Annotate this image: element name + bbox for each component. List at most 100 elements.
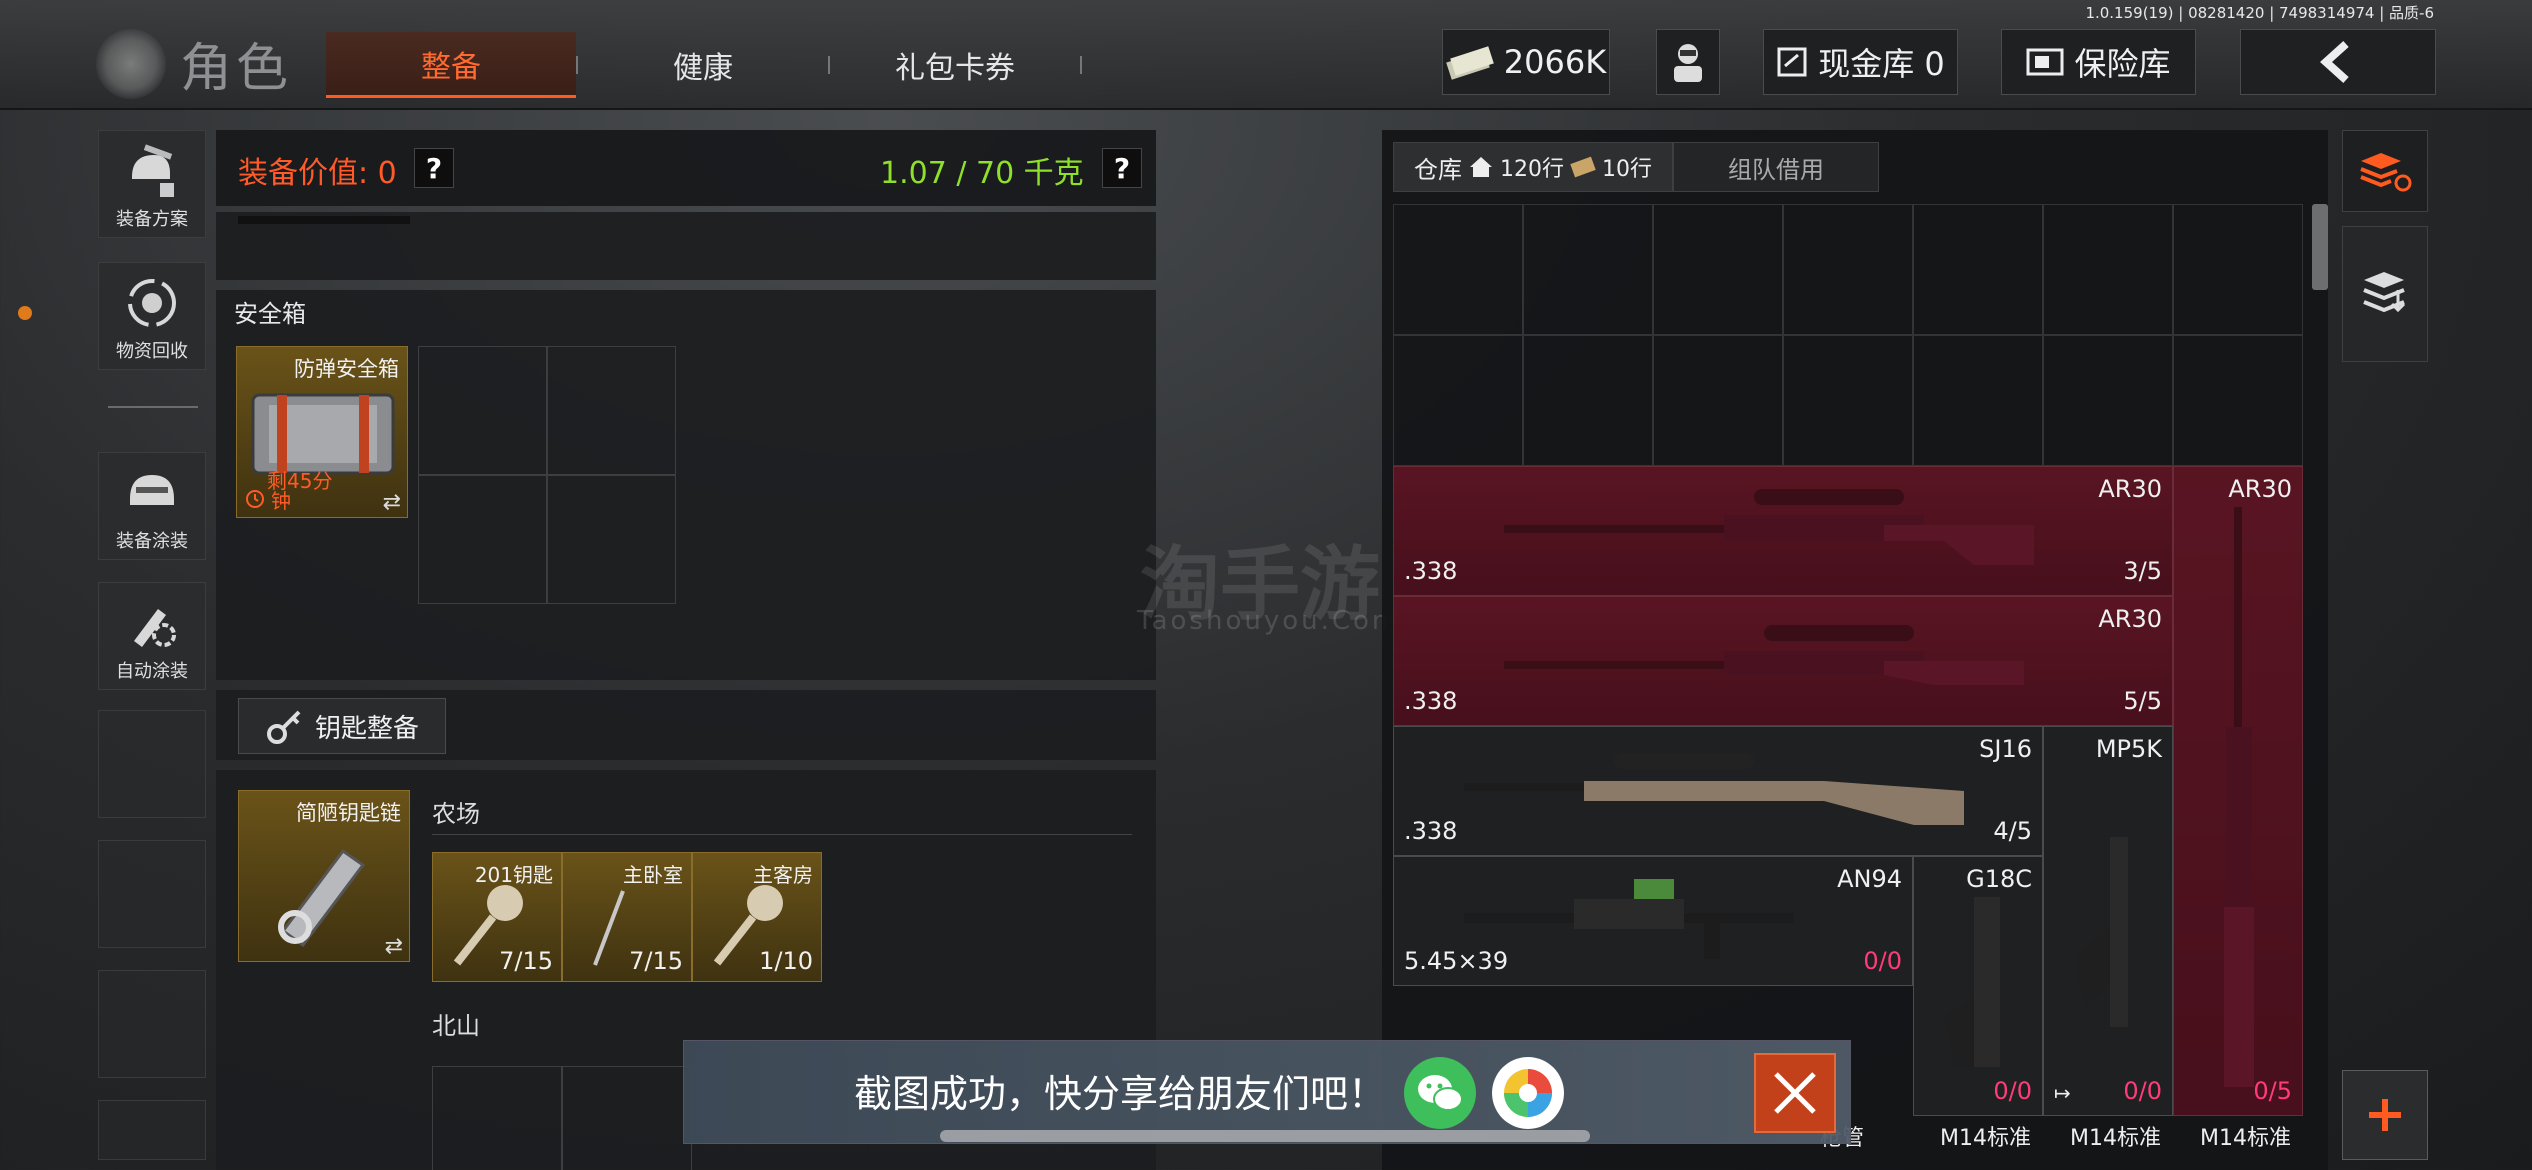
key-slot[interactable]: [432, 1066, 562, 1170]
item-label-m14: M14标准: [2070, 1126, 2161, 1151]
warehouse-slot[interactable]: [1783, 204, 1913, 335]
safe-box-slot[interactable]: [546, 474, 676, 604]
weapon-ammo: .338: [1404, 817, 1458, 845]
key-chain-name: 简陋钥匙链: [296, 801, 401, 825]
horizontal-scroll-indicator[interactable]: [940, 1130, 1590, 1142]
warehouse-slot[interactable]: [2043, 204, 2173, 335]
key-equip-label: 钥匙整备: [314, 713, 419, 744]
weapon-item-an94[interactable]: AN94 5.45×39 0/0: [1393, 856, 1913, 986]
toast-message: 截图成功，快分享给朋友们吧！: [854, 1072, 1387, 1116]
weapon-item-mp5k[interactable]: MP5K ↦ 0/0: [2043, 726, 2173, 1116]
vault-icon: [1777, 47, 1807, 77]
warehouse-slot[interactable]: [1653, 335, 1783, 466]
safe-box-item[interactable]: 防弹安全箱 剩45分 钟 ⇄: [236, 346, 408, 518]
sidebar-item-label: 自动涂装: [116, 661, 188, 682]
weapon-item-ar30[interactable]: AR30 .338 3/5: [1393, 466, 2173, 596]
safe-box-slot[interactable]: [546, 346, 676, 476]
close-icon: [1774, 1072, 1816, 1114]
sidebar-empty-slot: [98, 1100, 206, 1160]
tab-health[interactable]: 健康: [578, 32, 828, 98]
equipment-value: 装备价值: 0: [238, 156, 397, 191]
warehouse-slot[interactable]: [1913, 204, 2043, 335]
weight-help-button[interactable]: ?: [1102, 148, 1142, 188]
weapon-item-g18c[interactable]: G18C 0/0: [1913, 856, 2043, 1116]
cash-vault-label: 现金库 0: [1818, 45, 1945, 83]
chevron-left-icon: [2320, 41, 2349, 83]
key-chain-item[interactable]: 简陋钥匙链 ⇄: [238, 790, 410, 962]
weapon-item-ar30[interactable]: AR30 .338 5/5: [1393, 596, 2173, 726]
value-help-button[interactable]: ?: [414, 148, 454, 188]
key-item-count: 1/10: [759, 947, 813, 975]
money-display[interactable]: 2066K: [1442, 29, 1610, 95]
tab-divider: [1080, 56, 1082, 74]
warehouse-slot[interactable]: [2043, 335, 2173, 466]
swap-icon[interactable]: ⇄: [383, 490, 401, 515]
warehouse-slot[interactable]: [2173, 204, 2303, 335]
weapon-name: G18C: [1966, 865, 2032, 893]
safe-box-slot[interactable]: [418, 346, 548, 476]
back-button[interactable]: [2240, 29, 2436, 95]
tab-warehouse[interactable]: 仓库 120行 10行: [1393, 142, 1673, 192]
auto-paint-icon: [134, 609, 176, 647]
moments-share-button[interactable]: [1492, 1057, 1564, 1129]
weapon-durability: 3/5: [2123, 557, 2162, 585]
warehouse-slot[interactable]: [1913, 335, 2043, 466]
key-equip-button[interactable]: 钥匙整备: [238, 698, 446, 754]
swap-icon[interactable]: ⇄: [385, 934, 403, 959]
stash-button[interactable]: [2342, 226, 2428, 362]
warehouse-slot[interactable]: [1653, 204, 1783, 335]
sidebar-item-auto-skin[interactable]: 自动涂装: [98, 582, 206, 690]
key-item[interactable]: 主卧室 7/15: [562, 852, 692, 982]
globe-logo-icon: [96, 28, 166, 99]
smg-icon: [2074, 837, 2128, 1027]
notification-dot: [18, 306, 32, 320]
warehouse-tab-label: 仓库: [1414, 155, 1462, 184]
key-slot[interactable]: [562, 1066, 692, 1170]
warehouse-slot[interactable]: [2173, 335, 2303, 466]
safe-box-section: 安全箱 防弹安全箱 剩45分 钟 ⇄: [216, 290, 1156, 680]
money-amount: 2066K: [1503, 43, 1607, 81]
sniper-rifle-icon: [2224, 507, 2254, 1087]
sidebar-item-equip-skin[interactable]: 装备涂装: [98, 452, 206, 560]
sidebar-item-label: 装备涂装: [116, 531, 188, 552]
toast-close-button[interactable]: [1754, 1053, 1836, 1133]
wechat-share-button[interactable]: [1404, 1057, 1476, 1129]
warehouse-slot[interactable]: [1783, 335, 1913, 466]
insurance-vault-button[interactable]: 保险库: [2001, 29, 2196, 95]
tab-gift-coupons[interactable]: 礼包卡券: [830, 32, 1080, 98]
key-item[interactable]: 201钥匙 7/15: [432, 852, 562, 982]
paint-helmet-icon: [130, 475, 174, 505]
sidebar-empty-slot: [98, 970, 206, 1078]
safe-box-slot[interactable]: [418, 474, 548, 604]
weapon-name: AR30: [2098, 605, 2162, 633]
tab-equip[interactable]: 整备: [326, 32, 576, 98]
key-icon: [266, 710, 301, 744]
weapon-name: AN94: [1837, 865, 1902, 893]
key-item[interactable]: 主客房 1/10: [692, 852, 822, 982]
plus-icon: [2369, 1099, 2401, 1131]
key-section-farm-title: 农场: [432, 800, 480, 828]
weapon-durability-value: 0/0: [1993, 1077, 2032, 1105]
warehouse-slot[interactable]: [1393, 204, 1523, 335]
cash-vault-button[interactable]: 现金库 0: [1763, 29, 1958, 95]
weapon-durability-value: 0/0: [1863, 947, 1902, 975]
add-button[interactable]: [2342, 1070, 2428, 1160]
exit-icon: ↦: [2054, 1081, 2071, 1105]
weapon-item-sj16[interactable]: SJ16 .338 4/5: [1393, 726, 2043, 856]
agent-button[interactable]: [1656, 29, 1720, 95]
safe-box-timer: 钟: [271, 489, 291, 513]
warehouse-scrollbar[interactable]: [2312, 204, 2328, 290]
sidebar-item-recycle[interactable]: 物资回收: [98, 262, 206, 370]
helmet-gun-icon: [132, 144, 174, 197]
version-text: 1.0.159(19) | 08281420 | 7498314974 | 品质…: [2085, 4, 2434, 22]
tab-team-borrow[interactable]: 组队借用: [1673, 142, 1879, 192]
safe-icon: [2026, 48, 2064, 76]
warehouse-slot[interactable]: [1393, 335, 1523, 466]
sidebar-item-equip-plan[interactable]: 装备方案: [98, 130, 206, 238]
sort-button[interactable]: [2342, 130, 2428, 212]
warehouse-slot[interactable]: [1523, 204, 1653, 335]
sidebar-empty-slot: [98, 710, 206, 818]
warehouse-slot[interactable]: [1523, 335, 1653, 466]
weapon-item-ar30-vertical[interactable]: AR30 0/5: [2173, 466, 2303, 1116]
safe-box-title: 安全箱: [234, 300, 306, 328]
